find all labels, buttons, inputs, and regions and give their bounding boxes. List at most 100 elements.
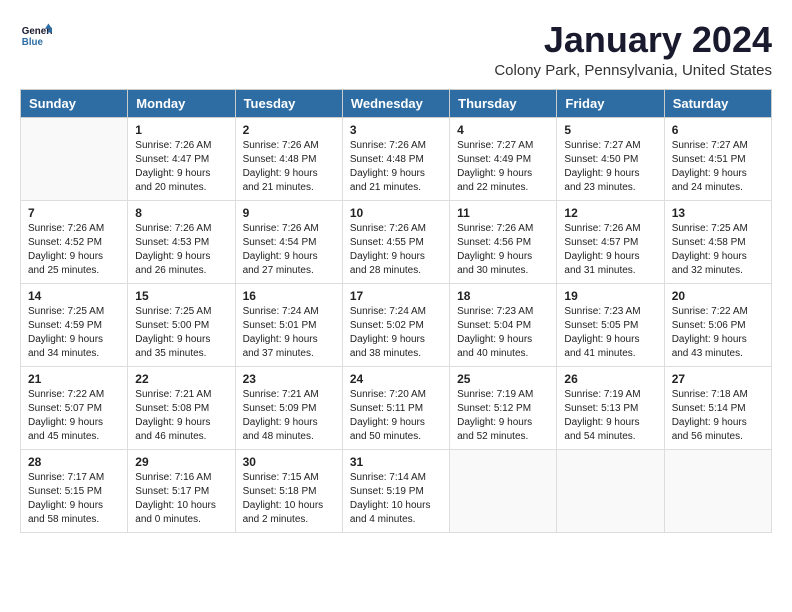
day-header-saturday: Saturday: [664, 89, 771, 117]
day-info: Sunrise: 7:24 AM Sunset: 5:02 PM Dayligh…: [350, 305, 442, 361]
calendar-cell: 18 Sunrise: 7:23 AM Sunset: 5:04 PM Dayli…: [450, 283, 557, 366]
day-number: 27: [672, 372, 764, 386]
calendar-header-row: SundayMondayTuesdayWednesdayThursdayFrid…: [21, 89, 772, 117]
day-header-tuesday: Tuesday: [235, 89, 342, 117]
day-header-friday: Friday: [557, 89, 664, 117]
calendar-cell: 16 Sunrise: 7:24 AM Sunset: 5:01 PM Dayli…: [235, 283, 342, 366]
day-number: 17: [350, 289, 442, 303]
day-info: Sunrise: 7:22 AM Sunset: 5:07 PM Dayligh…: [28, 388, 120, 444]
day-number: 31: [350, 455, 442, 469]
day-info: Sunrise: 7:26 AM Sunset: 4:53 PM Dayligh…: [135, 222, 227, 278]
day-number: 8: [135, 206, 227, 220]
location-text: Colony Park, Pennsylvania, United States: [494, 62, 772, 79]
day-info: Sunrise: 7:20 AM Sunset: 5:11 PM Dayligh…: [350, 388, 442, 444]
calendar-cell: 22Sunrise: 7:21 AM Sunset: 5:08 PM Dayli…: [128, 366, 235, 449]
calendar-cell: 20 Sunrise: 7:22 AM Sunset: 5:06 PM Dayli…: [664, 283, 771, 366]
day-info: Sunrise: 7:26 AM Sunset: 4:48 PM Dayligh…: [350, 139, 442, 195]
day-info: Sunrise: 7:26 AM Sunset: 4:54 PM Dayligh…: [243, 222, 335, 278]
day-number: 20: [672, 289, 764, 303]
day-header-thursday: Thursday: [450, 89, 557, 117]
calendar-cell: [21, 117, 128, 200]
day-header-sunday: Sunday: [21, 89, 128, 117]
day-info: Sunrise: 7:22 AM Sunset: 5:06 PM Dayligh…: [672, 305, 764, 361]
calendar-table: SundayMondayTuesdayWednesdayThursdayFrid…: [20, 89, 772, 533]
calendar-cell: 4 Sunrise: 7:27 AM Sunset: 4:49 PM Daylig…: [450, 117, 557, 200]
day-info: Sunrise: 7:16 AM Sunset: 5:17 PM Dayligh…: [135, 471, 227, 527]
day-info: Sunrise: 7:15 AM Sunset: 5:18 PM Dayligh…: [243, 471, 335, 527]
day-number: 23: [243, 372, 335, 386]
calendar-week-2: 7Sunrise: 7:26 AM Sunset: 4:52 PM Daylig…: [21, 200, 772, 283]
calendar-body: 1Sunrise: 7:26 AM Sunset: 4:47 PM Daylig…: [21, 117, 772, 532]
day-number: 13: [672, 206, 764, 220]
day-number: 1: [135, 123, 227, 137]
day-number: 14: [28, 289, 120, 303]
calendar-cell: 11 Sunrise: 7:26 AM Sunset: 4:56 PM Dayli…: [450, 200, 557, 283]
day-number: 30: [243, 455, 335, 469]
calendar-cell: 23Sunrise: 7:21 AM Sunset: 5:09 PM Dayli…: [235, 366, 342, 449]
calendar-cell: 17 Sunrise: 7:24 AM Sunset: 5:02 PM Dayli…: [342, 283, 449, 366]
title-block: January 2024 Colony Park, Pennsylvania, …: [494, 20, 772, 79]
day-info: Sunrise: 7:25 AM Sunset: 4:59 PM Dayligh…: [28, 305, 120, 361]
day-number: 22: [135, 372, 227, 386]
calendar-cell: 21 Sunrise: 7:22 AM Sunset: 5:07 PM Dayli…: [21, 366, 128, 449]
day-number: 15: [135, 289, 227, 303]
day-number: 9: [243, 206, 335, 220]
day-number: 25: [457, 372, 549, 386]
day-info: Sunrise: 7:26 AM Sunset: 4:56 PM Dayligh…: [457, 222, 549, 278]
day-number: 11: [457, 206, 549, 220]
calendar-cell: 9 Sunrise: 7:26 AM Sunset: 4:54 PM Daylig…: [235, 200, 342, 283]
calendar-cell: [664, 449, 771, 532]
calendar-cell: 12 Sunrise: 7:26 AM Sunset: 4:57 PM Dayli…: [557, 200, 664, 283]
logo: General Blue: [20, 20, 52, 52]
day-number: 29: [135, 455, 227, 469]
day-number: 7: [28, 206, 120, 220]
calendar-cell: 26 Sunrise: 7:19 AM Sunset: 5:13 PM Dayli…: [557, 366, 664, 449]
day-header-monday: Monday: [128, 89, 235, 117]
calendar-cell: 24 Sunrise: 7:20 AM Sunset: 5:11 PM Dayli…: [342, 366, 449, 449]
day-number: 6: [672, 123, 764, 137]
day-info: Sunrise: 7:27 AM Sunset: 4:49 PM Dayligh…: [457, 139, 549, 195]
day-info: Sunrise: 7:19 AM Sunset: 5:13 PM Dayligh…: [564, 388, 656, 444]
day-info: Sunrise: 7:27 AM Sunset: 4:51 PM Dayligh…: [672, 139, 764, 195]
calendar-week-4: 21 Sunrise: 7:22 AM Sunset: 5:07 PM Dayli…: [21, 366, 772, 449]
calendar-cell: 7Sunrise: 7:26 AM Sunset: 4:52 PM Daylig…: [21, 200, 128, 283]
calendar-cell: 15 Sunrise: 7:25 AM Sunset: 5:00 PM Dayli…: [128, 283, 235, 366]
day-number: 18: [457, 289, 549, 303]
day-number: 21: [28, 372, 120, 386]
day-info: Sunrise: 7:24 AM Sunset: 5:01 PM Dayligh…: [243, 305, 335, 361]
day-info: Sunrise: 7:17 AM Sunset: 5:15 PM Dayligh…: [28, 471, 120, 527]
calendar-cell: 3 Sunrise: 7:26 AM Sunset: 4:48 PM Daylig…: [342, 117, 449, 200]
day-number: 4: [457, 123, 549, 137]
calendar-cell: 19 Sunrise: 7:23 AM Sunset: 5:05 PM Dayli…: [557, 283, 664, 366]
calendar-cell: 6 Sunrise: 7:27 AM Sunset: 4:51 PM Daylig…: [664, 117, 771, 200]
day-number: 24: [350, 372, 442, 386]
calendar-cell: [450, 449, 557, 532]
day-info: Sunrise: 7:27 AM Sunset: 4:50 PM Dayligh…: [564, 139, 656, 195]
day-number: 10: [350, 206, 442, 220]
calendar-cell: 5Sunrise: 7:27 AM Sunset: 4:50 PM Daylig…: [557, 117, 664, 200]
day-number: 26: [564, 372, 656, 386]
calendar-week-1: 1Sunrise: 7:26 AM Sunset: 4:47 PM Daylig…: [21, 117, 772, 200]
calendar-cell: 27Sunrise: 7:18 AM Sunset: 5:14 PM Dayli…: [664, 366, 771, 449]
calendar-cell: [557, 449, 664, 532]
day-number: 3: [350, 123, 442, 137]
calendar-week-3: 14 Sunrise: 7:25 AM Sunset: 4:59 PM Dayli…: [21, 283, 772, 366]
logo-icon: General Blue: [20, 20, 52, 52]
day-info: Sunrise: 7:23 AM Sunset: 5:05 PM Dayligh…: [564, 305, 656, 361]
calendar-cell: 29 Sunrise: 7:16 AM Sunset: 5:17 PM Dayli…: [128, 449, 235, 532]
calendar-cell: 14 Sunrise: 7:25 AM Sunset: 4:59 PM Dayli…: [21, 283, 128, 366]
calendar-cell: 2Sunrise: 7:26 AM Sunset: 4:48 PM Daylig…: [235, 117, 342, 200]
month-title: January 2024: [494, 20, 772, 60]
day-info: Sunrise: 7:26 AM Sunset: 4:57 PM Dayligh…: [564, 222, 656, 278]
calendar-cell: 25Sunrise: 7:19 AM Sunset: 5:12 PM Dayli…: [450, 366, 557, 449]
day-info: Sunrise: 7:25 AM Sunset: 5:00 PM Dayligh…: [135, 305, 227, 361]
calendar-cell: 13Sunrise: 7:25 AM Sunset: 4:58 PM Dayli…: [664, 200, 771, 283]
page-header: General Blue January 2024 Colony Park, P…: [20, 20, 772, 79]
day-info: Sunrise: 7:14 AM Sunset: 5:19 PM Dayligh…: [350, 471, 442, 527]
day-number: 19: [564, 289, 656, 303]
day-info: Sunrise: 7:23 AM Sunset: 5:04 PM Dayligh…: [457, 305, 549, 361]
day-header-wednesday: Wednesday: [342, 89, 449, 117]
day-number: 16: [243, 289, 335, 303]
day-number: 12: [564, 206, 656, 220]
day-info: Sunrise: 7:26 AM Sunset: 4:55 PM Dayligh…: [350, 222, 442, 278]
